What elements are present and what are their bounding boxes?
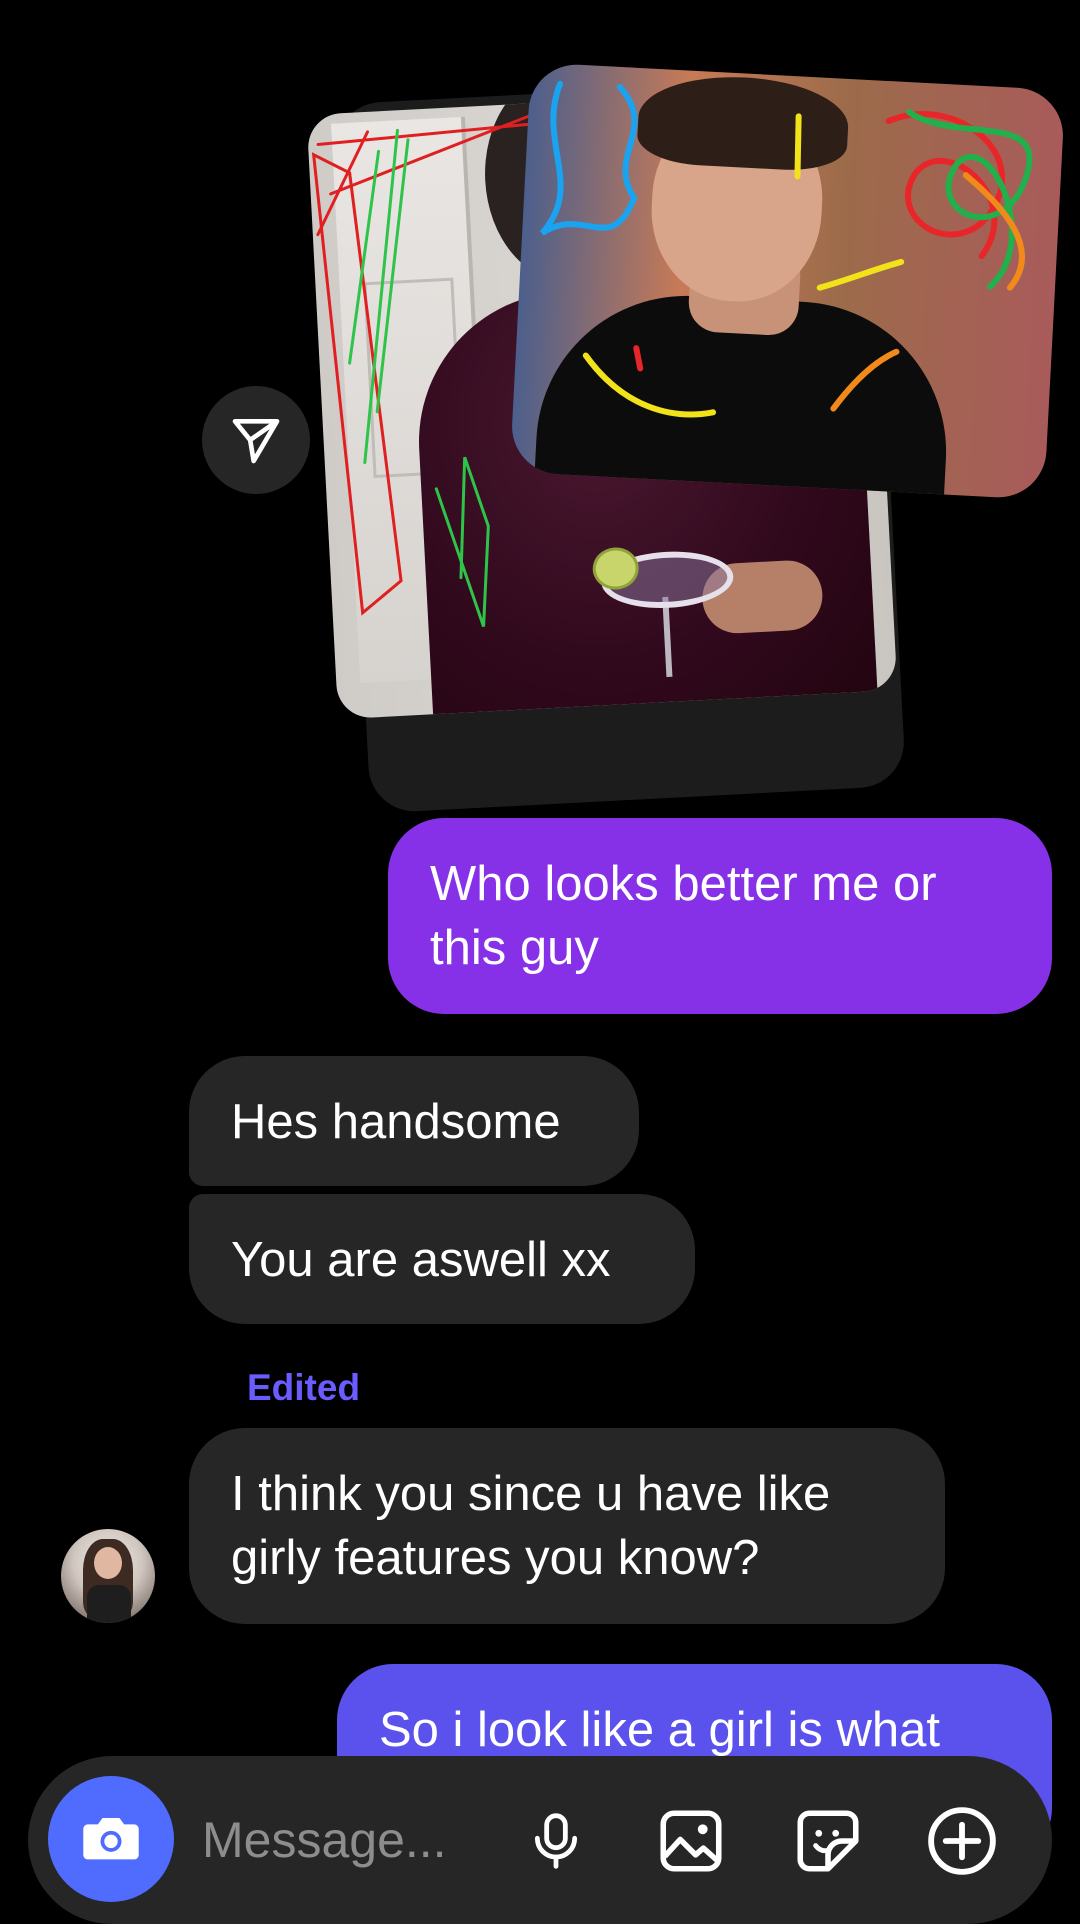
message-text: Hes handsome [231,1095,561,1149]
photo-scribble-drawing-front [539,80,1033,418]
shared-photo-front[interactable] [509,62,1066,500]
camera-button[interactable] [48,1776,174,1902]
plus-circle-icon [928,1807,996,1875]
avatar[interactable] [61,1529,155,1623]
sticker-icon [797,1810,859,1872]
message-outgoing-1[interactable]: Who looks better me or this guy [388,818,1052,1014]
message-input[interactable] [202,1800,492,1880]
message-incoming-3[interactable]: I think you since u have like girly feat… [189,1428,945,1624]
avatar-face [94,1547,122,1579]
more-options-button[interactable] [921,1800,1003,1882]
sticker-button[interactable] [787,1800,869,1882]
avatar-top [87,1585,131,1623]
camera-icon [83,1818,139,1860]
gallery-button[interactable] [650,1800,732,1882]
image-icon [660,1810,722,1872]
paper-plane-icon [232,419,280,464]
message-text: I think you since u have like girly feat… [231,1467,831,1585]
message-text: So i look like a girl is what [379,1703,941,1757]
voice-message-button[interactable] [515,1800,597,1882]
share-button[interactable] [202,386,310,494]
message-text: Who looks better me or this guy [430,857,937,975]
message-text: You are aswell xx [231,1233,611,1287]
microphone-icon [534,1813,578,1869]
message-incoming-1[interactable]: Hes handsome [189,1056,639,1186]
message-incoming-2[interactable]: You are aswell xx [189,1194,695,1324]
edited-label: Edited [247,1367,361,1408]
